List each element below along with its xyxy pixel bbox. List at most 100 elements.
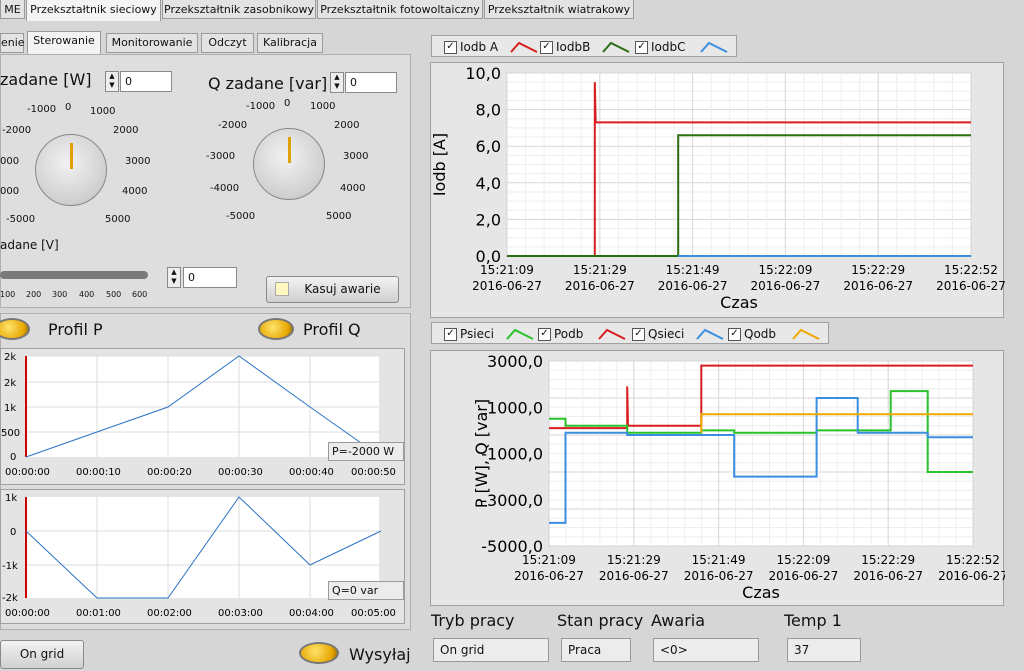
knob-tick: -4000 bbox=[210, 183, 240, 194]
legend-item-iodba[interactable]: ✓ Iodb A bbox=[444, 40, 498, 54]
on-grid-button[interactable]: On grid bbox=[0, 640, 84, 669]
p-setpoint-input[interactable]: 0 bbox=[120, 71, 172, 92]
legend-item-psieci[interactable]: ✓ Psieci bbox=[444, 327, 494, 341]
legend-label: IodbC bbox=[651, 40, 686, 54]
y-tick-label: 10,0 bbox=[465, 64, 501, 83]
knob-tick: 000 bbox=[0, 186, 20, 197]
knob-tick: -2000 bbox=[218, 120, 248, 131]
checkbox-icon[interactable]: ✓ bbox=[444, 328, 457, 341]
x-tick-time: 15:22:29 bbox=[851, 263, 905, 277]
legend-item-qsieci[interactable]: ✓ Qsieci bbox=[632, 327, 684, 341]
send-toggle[interactable] bbox=[299, 642, 339, 664]
y-tick-label: 6,0 bbox=[476, 137, 501, 156]
tab-przeksztaltnik-zasobnikowy[interactable]: Przekształtnik zasobnikowy bbox=[162, 0, 316, 19]
on-grid-label: On grid bbox=[19, 647, 65, 661]
legend-label: Qsieci bbox=[648, 327, 685, 341]
knob-tick: 000 bbox=[0, 156, 20, 167]
reset-alarm-button[interactable]: Kasuj awarie bbox=[266, 276, 399, 303]
x-tick-date: 2016-06-27 bbox=[472, 279, 542, 293]
tab-przeksztaltnik-sieciowy[interactable]: Przekształtnik sieciowy bbox=[26, 0, 161, 21]
knob-tick: -5000 bbox=[6, 214, 36, 225]
y-axis-label: P [W], Q [var] bbox=[472, 399, 491, 508]
u-spin-buttons[interactable]: ▲ ▼ bbox=[167, 267, 181, 288]
tab-przeksztaltnik-fotowoltaiczny[interactable]: Przekształtnik fotowoltaiczny bbox=[317, 0, 483, 19]
x-tick-date: 2016-06-27 bbox=[769, 569, 839, 583]
tab-me[interactable]: ME bbox=[0, 0, 25, 19]
y-tick-label: 3000,0 bbox=[487, 352, 543, 371]
tab-label: Przekształtnik sieciowy bbox=[30, 3, 157, 16]
knob-tick: 1000 bbox=[90, 106, 116, 117]
subtab-kalibracja[interactable]: Kalibracja bbox=[257, 33, 323, 53]
checkbox-icon[interactable]: ✓ bbox=[635, 41, 648, 54]
tab-label: Przekształtnik zasobnikowy bbox=[164, 3, 314, 16]
knob-tick: -2000 bbox=[2, 125, 32, 136]
knob-tick: 4000 bbox=[340, 183, 366, 194]
q-spin-buttons[interactable]: ▲ ▼ bbox=[330, 72, 344, 93]
subtab-label: Sterowanie bbox=[33, 34, 95, 47]
temp1-label: Temp 1 bbox=[784, 611, 842, 630]
x-tick-time: 15:22:52 bbox=[944, 263, 998, 277]
q-setpoint-label: Q zadane [var] bbox=[208, 74, 328, 93]
x-tick: 00:05:00 bbox=[351, 608, 396, 619]
q-setpoint-input[interactable]: 0 bbox=[345, 72, 397, 93]
x-tick-date: 2016-06-27 bbox=[843, 279, 913, 293]
legend-item-qodb[interactable]: ✓ Qodb bbox=[728, 327, 776, 341]
tab-label: ME bbox=[4, 3, 21, 16]
checkbox-icon[interactable]: ✓ bbox=[444, 41, 457, 54]
p-spin-buttons[interactable]: ▲ ▼ bbox=[105, 71, 119, 92]
p-setpoint-knob[interactable] bbox=[35, 134, 107, 206]
slider-tick: 100 bbox=[0, 290, 16, 299]
slider-tick: 600 bbox=[132, 290, 148, 299]
profile-q-readout: Q=0 var bbox=[328, 581, 404, 600]
tab-przeksztaltnik-wiatrakowy[interactable]: Przekształtnik wiatrakowy bbox=[484, 0, 634, 19]
subtab-label: enie bbox=[1, 36, 25, 49]
subtab-monitorowanie[interactable]: Monitorowanie bbox=[106, 33, 198, 53]
awaria-label: Awaria bbox=[651, 611, 706, 630]
knob-tick: 5000 bbox=[105, 214, 131, 225]
y-tick: -2k bbox=[2, 593, 18, 604]
legend-item-iodbb[interactable]: ✓ IodbB bbox=[540, 40, 590, 54]
reset-alarm-label: Kasuj awarie bbox=[304, 282, 381, 296]
u-setpoint-input[interactable]: 0 bbox=[183, 267, 237, 288]
profil-q-label: Profil Q bbox=[303, 320, 361, 339]
x-tick-time: 15:22:29 bbox=[861, 553, 915, 567]
subtab-label: Odczyt bbox=[208, 36, 247, 49]
legend-item-podb[interactable]: ✓ Podb bbox=[538, 327, 583, 341]
x-tick-date: 2016-06-27 bbox=[751, 279, 821, 293]
knob-tick: 4000 bbox=[122, 186, 148, 197]
current-chart: 10,0 8,0 6,0 4,0 2,0 0,0 15:21:09 2016-06-27 15:… bbox=[430, 62, 1005, 318]
checkbox-icon[interactable]: ✓ bbox=[728, 328, 741, 341]
knob-tick: -5000 bbox=[226, 211, 256, 222]
subtab-sterowanie[interactable]: Sterowanie bbox=[27, 31, 101, 54]
subtab-label: Monitorowanie bbox=[111, 36, 193, 49]
knob-tick: 0 bbox=[284, 98, 291, 109]
y-tick-label: 2,0 bbox=[476, 210, 501, 229]
profil-q-toggle[interactable] bbox=[258, 318, 294, 340]
q-setpoint-knob[interactable] bbox=[253, 128, 325, 200]
tab-label: Przekształtnik wiatrakowy bbox=[487, 3, 631, 16]
x-tick: 00:01:00 bbox=[76, 608, 121, 619]
slider-tick: 200 bbox=[26, 290, 42, 299]
x-tick: 00:00:00 bbox=[5, 608, 50, 619]
legend-swatch-psieci bbox=[506, 328, 534, 340]
profile-p-readout: P=-2000 W bbox=[328, 442, 404, 461]
y-tick: 0 bbox=[10, 452, 16, 463]
subtab-odczyt[interactable]: Odczyt bbox=[201, 33, 254, 53]
x-tick: 00:00:20 bbox=[147, 467, 192, 478]
checkbox-icon[interactable]: ✓ bbox=[538, 328, 551, 341]
legend-swatch-qsieci bbox=[696, 328, 724, 340]
profile-q-chart: 1k 0 -1k -2k 00:00:00 00:01:00 00:02:00 … bbox=[0, 489, 405, 624]
x-tick-date: 2016-06-27 bbox=[658, 279, 728, 293]
x-tick-date: 2016-06-27 bbox=[853, 569, 923, 583]
legend-top: ✓ Iodb A ✓ IodbB ✓ IodbC bbox=[431, 35, 737, 57]
subtab-ustawienie[interactable]: enie bbox=[0, 33, 25, 53]
checkbox-icon[interactable]: ✓ bbox=[632, 328, 645, 341]
legend-item-iodbc[interactable]: ✓ IodbC bbox=[635, 40, 686, 54]
x-tick-date: 2016-06-27 bbox=[938, 569, 1005, 583]
knob-tick: -3000 bbox=[206, 151, 236, 162]
checkbox-icon[interactable]: ✓ bbox=[540, 41, 553, 54]
u-setpoint-label: adane [V] bbox=[0, 238, 59, 252]
subtab-label: Kalibracja bbox=[263, 36, 317, 49]
x-tick: 00:03:00 bbox=[218, 608, 263, 619]
u-setpoint-slider[interactable] bbox=[0, 271, 148, 279]
